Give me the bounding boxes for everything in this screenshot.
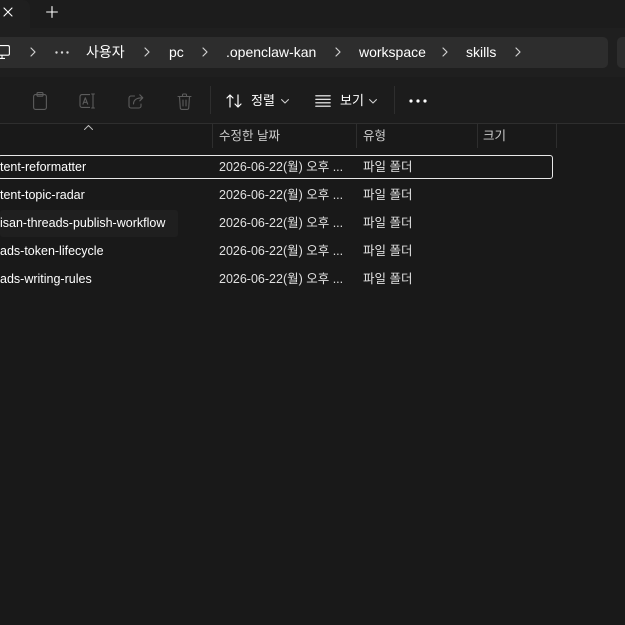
toolbar-separator (210, 86, 211, 114)
close-icon[interactable] (3, 7, 13, 17)
file-row[interactable]: isan-threads-publish-workflow 2026-06-22… (0, 210, 553, 237)
more-options-icon (409, 99, 427, 103)
breadcrumb-item[interactable]: pc (169, 37, 184, 68)
file-row[interactable]: tent-topic-radar 2026-06-22(월) 오후 ... 파일… (0, 183, 553, 207)
more-options-button[interactable] (404, 83, 432, 119)
delete-button[interactable] (164, 83, 204, 119)
view-lines-icon (315, 95, 331, 107)
address-bar[interactable]: 사용자 pc .openclaw-kan workspace skills (0, 37, 608, 68)
toolbar-separator (394, 86, 395, 114)
file-list: tent-reformatter 2026-06-22(월) 오후 ... 파일… (0, 155, 625, 295)
column-divider[interactable] (556, 124, 557, 148)
navigation-bar: 사용자 pc .openclaw-kan workspace skills (0, 28, 625, 77)
file-modified: 2026-06-22(월) 오후 ... (219, 216, 344, 230)
file-row[interactable]: ads-token-lifecycle 2026-06-22(월) 오후 ...… (0, 239, 553, 263)
chevron-right-icon[interactable] (202, 47, 208, 57)
file-name: ads-token-lifecycle (0, 244, 104, 258)
paste-icon (32, 92, 48, 110)
tab-active[interactable] (0, 0, 30, 28)
monitor-icon[interactable] (0, 45, 10, 59)
chevron-right-icon[interactable] (144, 47, 150, 57)
rename-icon (79, 93, 97, 109)
sort-arrows-icon (226, 94, 242, 108)
column-header-size[interactable]: 크기 (478, 124, 556, 148)
file-type: 파일 폴더 (363, 160, 413, 174)
column-header-name[interactable] (0, 124, 212, 148)
breadcrumb-item[interactable]: workspace (359, 37, 426, 68)
file-modified: 2026-06-22(월) 오후 ... (219, 188, 344, 202)
column-label: 크기 (483, 129, 507, 143)
column-header-modified[interactable]: 수정한 날짜 (213, 124, 356, 148)
share-button[interactable] (116, 83, 156, 119)
view-label: 보기 (340, 93, 364, 108)
paste-button[interactable] (20, 83, 60, 119)
breadcrumb-item[interactable]: .openclaw-kan (226, 37, 316, 68)
chevron-down-icon (281, 99, 289, 104)
sort-label: 정렬 (251, 93, 275, 108)
column-header-type[interactable]: 유형 (357, 124, 477, 148)
chevron-right-icon[interactable] (30, 47, 36, 57)
file-name: isan-threads-publish-workflow (0, 216, 166, 230)
chevron-right-icon[interactable] (442, 47, 448, 57)
plus-icon[interactable] (46, 6, 58, 18)
file-row[interactable]: tent-reformatter 2026-06-22(월) 오후 ... 파일… (0, 155, 553, 179)
search-box[interactable] (617, 37, 625, 68)
file-name: tent-topic-radar (0, 188, 85, 202)
file-type: 파일 폴더 (363, 272, 413, 286)
rename-button[interactable] (68, 83, 108, 119)
view-button[interactable]: 보기 (309, 83, 385, 119)
file-name: tent-reformatter (0, 160, 87, 174)
sort-button[interactable]: 정렬 (220, 83, 296, 119)
file-type: 파일 폴더 (363, 188, 413, 202)
breadcrumb-item[interactable]: 사용자 (86, 37, 125, 68)
chevron-up-icon (84, 125, 93, 130)
chevron-right-icon[interactable] (515, 47, 521, 57)
command-bar: 정렬 보기 (0, 77, 625, 124)
file-modified: 2026-06-22(월) 오후 ... (219, 272, 344, 286)
file-row[interactable]: ads-writing-rules 2026-06-22(월) 오후 ... 파… (0, 267, 553, 291)
column-label: 수정한 날짜 (219, 129, 280, 143)
file-type: 파일 폴더 (363, 216, 413, 230)
more-horizontal-icon[interactable] (55, 51, 69, 54)
file-name: ads-writing-rules (0, 272, 92, 286)
column-header-row: 수정한 날짜 유형 크기 (0, 124, 625, 148)
chevron-down-icon (369, 99, 377, 104)
breadcrumb-item-current[interactable]: skills (466, 37, 496, 68)
share-icon (127, 93, 145, 109)
file-modified: 2026-06-22(월) 오후 ... (219, 244, 344, 258)
tab-strip (0, 0, 625, 28)
chevron-right-icon[interactable] (335, 47, 341, 57)
column-label: 유형 (363, 129, 387, 143)
file-modified: 2026-06-22(월) 오후 ... (219, 160, 344, 174)
file-type: 파일 폴더 (363, 244, 413, 258)
trash-icon (176, 92, 192, 110)
